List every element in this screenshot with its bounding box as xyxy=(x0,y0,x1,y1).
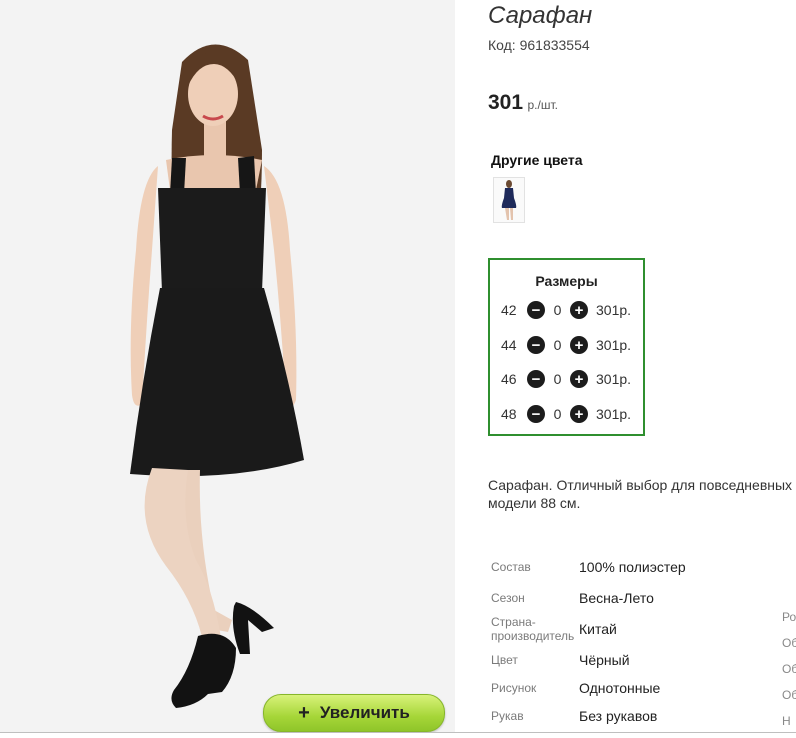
spec-row-color: Цвет Чёрный xyxy=(488,646,768,674)
price-value: 301 xyxy=(488,91,524,114)
size-price: 301р. xyxy=(596,302,632,318)
spec-key: Цвет xyxy=(491,653,518,667)
price-unit: р./шт. xyxy=(527,98,558,112)
spec-value: Китай xyxy=(579,621,617,637)
spec-value: Однотонные xyxy=(579,680,661,696)
quantity-value: 0 xyxy=(553,371,562,387)
size-price: 301р. xyxy=(596,371,632,387)
plus-circle-icon[interactable]: + xyxy=(570,301,588,319)
sizes-heading: Размеры xyxy=(535,273,598,289)
minus-circle-icon[interactable]: − xyxy=(527,370,545,388)
product-code: Код: 961833554 xyxy=(488,37,590,53)
model-in-dress-image xyxy=(130,44,304,708)
minus-circle-icon[interactable]: − xyxy=(527,301,545,319)
size-label: 44 xyxy=(501,337,517,353)
size-row-42: 42 − 0 + 301р. xyxy=(501,300,631,320)
description-line: модели 88 см. xyxy=(488,495,581,511)
spec-row-country: Страна-производитель Китай xyxy=(488,612,768,646)
plus-circle-icon[interactable]: + xyxy=(570,370,588,388)
quantity-value: 0 xyxy=(553,302,562,318)
product-title: Сарафан xyxy=(488,2,593,29)
spec-row-pattern: Рисунок Однотонные xyxy=(488,674,768,702)
spec-row-composition: Состав 100% полиэстер xyxy=(488,550,768,584)
edge-label: Об xyxy=(782,662,796,676)
size-row-48: 48 − 0 + 301р. xyxy=(501,404,631,424)
size-label: 42 xyxy=(501,302,517,318)
spec-value: Без рукавов xyxy=(579,708,658,724)
right-edge-labels: Ро Об Об Об Н xyxy=(782,608,796,738)
edge-label: Ро xyxy=(782,610,796,624)
size-price: 301р. xyxy=(596,406,632,422)
zoom-button-label: Увеличить xyxy=(319,703,410,722)
spec-value: 100% полиэстер xyxy=(579,559,686,575)
spec-key: Рукав xyxy=(491,709,524,723)
spec-row-sleeve: Рукав Без рукавов xyxy=(488,702,768,730)
swatch-thumbnail xyxy=(501,180,517,220)
spec-key: Рисунок xyxy=(491,681,537,695)
spec-value: Весна-Лето xyxy=(579,590,654,606)
edge-label: Об xyxy=(782,688,796,702)
quantity-value: 0 xyxy=(553,337,562,353)
plus-circle-icon[interactable]: + xyxy=(570,336,588,354)
product-code-label: Код: xyxy=(488,37,516,53)
spec-key: Страна-производитель xyxy=(491,615,575,643)
quantity-value: 0 xyxy=(553,406,562,422)
edge-label: Н xyxy=(782,714,791,728)
spec-value: Чёрный xyxy=(579,652,630,668)
other-colors-heading: Другие цвета xyxy=(491,152,583,168)
size-label: 46 xyxy=(501,371,517,387)
specs-table: Состав 100% полиэстер Сезон Весна-Лето С… xyxy=(488,550,768,730)
minus-circle-icon[interactable]: − xyxy=(527,336,545,354)
description-line: Сарафан. Отличный выбор для повседневных xyxy=(488,477,793,493)
sizes-panel: Размеры 42 − 0 + 301р. 44 − 0 + 301р. 46… xyxy=(488,258,645,436)
zoom-button[interactable]: + Увеличить xyxy=(263,694,445,732)
size-row-46: 46 − 0 + 301р. xyxy=(501,369,631,389)
product-description: Сарафан. Отличный выбор для повседневных… xyxy=(488,476,796,516)
product-price: 301 р./шт. xyxy=(488,91,558,115)
size-price: 301р. xyxy=(596,337,632,353)
color-swatch-navy[interactable] xyxy=(493,177,525,223)
product-photo[interactable]: + Увеличить xyxy=(0,0,455,733)
size-row-44: 44 − 0 + 301р. xyxy=(501,335,631,355)
spec-key: Состав xyxy=(491,560,531,574)
edge-label: Об xyxy=(782,636,796,650)
plus-icon: + xyxy=(298,702,310,724)
plus-circle-icon[interactable]: + xyxy=(570,405,588,423)
product-code-value: 961833554 xyxy=(519,37,590,53)
minus-circle-icon[interactable]: − xyxy=(527,405,545,423)
spec-row-season: Сезон Весна-Лето xyxy=(488,584,768,612)
spec-key: Сезон xyxy=(491,591,525,605)
size-label: 48 xyxy=(501,406,517,422)
